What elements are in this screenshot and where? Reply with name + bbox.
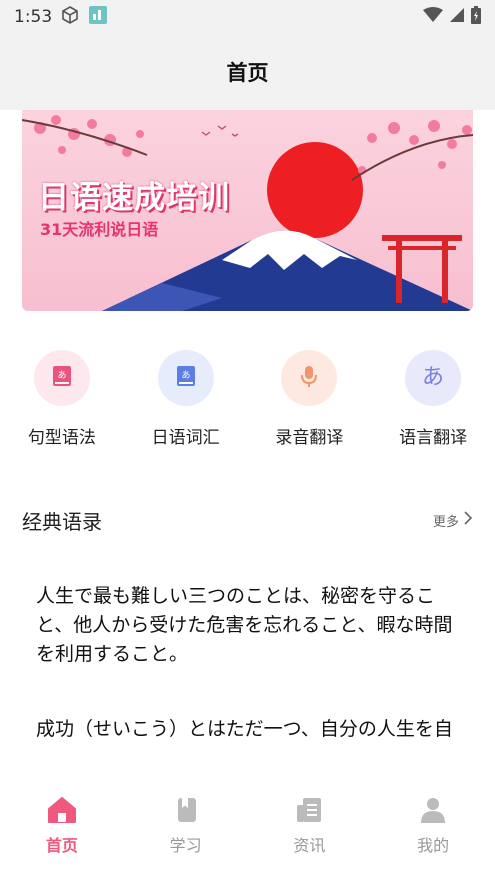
banner-subtitle: 31天流利说日语 bbox=[40, 220, 159, 239]
grammar-icon-circle: あ bbox=[33, 350, 90, 406]
status-time: 1:53 bbox=[14, 7, 53, 27]
quick-action-vocabulary[interactable]: あ 日语词汇 bbox=[124, 350, 248, 450]
svg-text:あ: あ bbox=[422, 365, 444, 390]
banner-title: 日语速成培训 bbox=[38, 180, 230, 216]
book-icon bbox=[172, 796, 200, 828]
quick-actions: あ 句型语法 あ 日语词汇 录音翻译 あ 语言翻译 bbox=[0, 350, 495, 450]
quick-action-recording-translate[interactable]: 录音翻译 bbox=[248, 350, 372, 450]
app-notification-icon bbox=[88, 5, 108, 29]
status-bar: 1:53 bbox=[0, 0, 495, 34]
svg-text:あ: あ bbox=[57, 370, 66, 381]
signal-icon bbox=[449, 7, 465, 27]
chevron-right-icon bbox=[463, 511, 473, 529]
promo-banner[interactable]: 日语速成培训 31天流利说日语 bbox=[22, 110, 473, 311]
user-icon bbox=[419, 796, 447, 828]
tab-label: 资讯 bbox=[293, 836, 326, 855]
battery-icon bbox=[471, 6, 481, 28]
more-label: 更多 bbox=[432, 514, 459, 530]
vocabulary-icon-circle: あ bbox=[157, 350, 214, 406]
quick-action-grammar[interactable]: あ 句型语法 bbox=[0, 350, 124, 450]
hiragana-a-icon: あ bbox=[419, 362, 447, 394]
quick-action-language-translate[interactable]: あ 语言翻译 bbox=[371, 350, 495, 450]
tab-news[interactable]: 资讯 bbox=[248, 780, 372, 880]
microphone-icon bbox=[296, 363, 322, 393]
page-title: 首页 bbox=[226, 61, 269, 85]
more-link[interactable]: 更多 bbox=[433, 511, 473, 530]
tab-study[interactable]: 学习 bbox=[124, 780, 248, 880]
bottom-tab-bar: 首页 学习 资讯 我的 bbox=[0, 780, 495, 880]
tab-label: 首页 bbox=[45, 836, 78, 855]
recording-icon-circle bbox=[281, 350, 338, 406]
vocabulary-book-icon: あ bbox=[173, 363, 199, 393]
tab-home[interactable]: 首页 bbox=[0, 780, 124, 880]
quick-action-label: 录音翻译 bbox=[275, 428, 344, 448]
svg-text:あ: あ bbox=[181, 370, 190, 381]
quote-item[interactable]: 成功（せいこう）とはただ一つ、自分の人生を自分の流儀（りゅうぎ）で過（す）ごすこ… bbox=[0, 669, 495, 746]
quick-action-label: 句型语法 bbox=[27, 428, 96, 448]
section-title: 经典语录 bbox=[22, 509, 102, 534]
top-header: 首页 bbox=[0, 34, 495, 110]
translate-icon-circle: あ bbox=[405, 350, 462, 406]
tab-label: 我的 bbox=[417, 836, 450, 855]
quick-action-label: 日语词汇 bbox=[151, 428, 220, 448]
cube-icon bbox=[60, 5, 80, 29]
quotes-list: 人生で最も難しい三つのことは、秘密を守ること、他人から受けた危害を忘れること、暇… bbox=[0, 560, 495, 746]
grammar-book-icon: あ bbox=[49, 363, 75, 393]
tab-label: 学习 bbox=[169, 836, 202, 855]
quote-item[interactable]: 人生で最も難しい三つのことは、秘密を守ること、他人から受けた危害を忘れること、暇… bbox=[0, 560, 495, 669]
wifi-icon bbox=[423, 7, 443, 27]
home-icon bbox=[47, 796, 77, 828]
news-icon bbox=[295, 796, 323, 828]
classic-quotes-header: 经典语录 更多 bbox=[22, 505, 473, 535]
quick-action-label: 语言翻译 bbox=[399, 428, 468, 448]
tab-profile[interactable]: 我的 bbox=[371, 780, 495, 880]
